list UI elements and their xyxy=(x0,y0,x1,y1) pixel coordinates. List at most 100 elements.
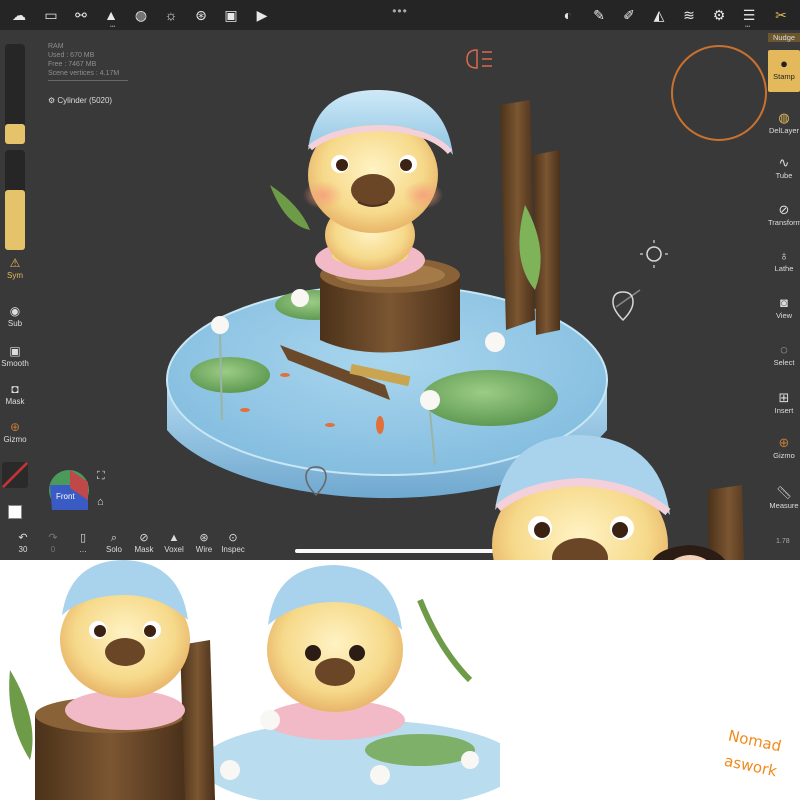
view-tool[interactable]: ◙ View xyxy=(768,295,800,320)
insert-tool[interactable]: ⊞ Insert xyxy=(768,390,800,415)
dellayer-icon: ◍ xyxy=(778,110,790,125)
wire-label: Wire xyxy=(195,545,213,554)
brush-icon[interactable]: ✎ xyxy=(590,6,608,24)
mask-icon: ◘ xyxy=(11,382,19,396)
object-label: Cylinder (5020) xyxy=(57,96,113,105)
undo-count: 30 xyxy=(18,545,28,554)
nudge-label[interactable]: Nudge xyxy=(768,33,800,42)
mask-visibility-button[interactable]: ⊘ Mask xyxy=(129,532,159,555)
frame-icon[interactable]: ⛶ xyxy=(97,470,105,483)
smooth-label: Smooth xyxy=(1,359,29,368)
selected-object[interactable]: ⚙ Cylinder (5020) xyxy=(48,96,112,105)
stamp-icon: ● xyxy=(780,56,788,71)
intensity-slider-fill xyxy=(5,190,25,250)
mask-tool[interactable]: ◘ Mask xyxy=(0,382,30,407)
ram-stats: RAM Used : 670 MB Free : 7467 MB Scene v… xyxy=(48,42,128,81)
stroke-preview-icon[interactable] xyxy=(2,462,28,488)
more-menu[interactable]: ••• xyxy=(380,4,420,18)
solo-label: Solo xyxy=(105,545,122,554)
scene-vertices: Scene vertices : 4.17M xyxy=(48,70,120,77)
layers-icon[interactable]: ≋ xyxy=(680,6,698,24)
insert-label: Insert xyxy=(774,406,794,415)
lathe-label: Lathe xyxy=(774,264,794,273)
camera-icon: ◙ xyxy=(780,295,788,310)
eye-off-icon: ⊘ xyxy=(139,532,149,544)
select-icon: ◌ xyxy=(780,342,788,357)
undo-icon: ↶ xyxy=(18,532,28,544)
inspect-icon: ⊙ xyxy=(228,532,238,544)
view-cube-label[interactable]: Front xyxy=(56,492,75,501)
history-dots: … xyxy=(79,545,87,554)
transform-tool[interactable]: ⊘ Transform xyxy=(768,202,800,227)
radius-slider[interactable] xyxy=(5,44,25,144)
select-tool[interactable]: ◌ Select xyxy=(768,342,800,367)
sub-label: Sub xyxy=(7,319,23,328)
transform-label: Transform xyxy=(768,218,800,227)
bottom-toolbar: ↶ 30 ↷ 0 ▯ … ⌕ Solo ⊘ Mask ▲ Voxel ⊛ Wir… xyxy=(0,530,245,560)
redo-button[interactable]: ↷ 0 xyxy=(38,532,68,555)
video-icon[interactable]: ▶ xyxy=(253,6,271,24)
voxel-button[interactable]: ▲ Voxel xyxy=(159,532,189,555)
stamp-tool[interactable]: ● Stamp xyxy=(768,50,800,92)
voxel-label: Voxel xyxy=(164,545,184,554)
globe-icon[interactable]: ◍ xyxy=(132,6,150,24)
logo-icon[interactable]: ☁ xyxy=(10,6,28,24)
smooth-tool[interactable]: ▣ Smooth xyxy=(0,344,30,369)
sliders-more-dots: ••• xyxy=(745,24,751,30)
image-icon[interactable]: ▣ xyxy=(222,6,240,24)
ram-used: Used : 670 MB xyxy=(48,52,95,59)
drop-icon: ◉ xyxy=(9,304,21,318)
dellayer-label: DelLayer xyxy=(768,126,799,135)
undo-button[interactable]: ↶ 30 xyxy=(8,532,38,555)
sym-toggle[interactable]: ⚠ Sym xyxy=(0,256,30,281)
smooth-icon: ▣ xyxy=(9,344,21,358)
intensity-slider[interactable] xyxy=(5,150,25,250)
brush-radius-ring xyxy=(671,45,767,141)
book-icon: ▯ xyxy=(79,532,87,544)
view-label: View xyxy=(775,311,793,320)
select-label: Select xyxy=(773,358,795,367)
gizmo-label: Gizmo xyxy=(3,435,27,444)
home-indicator xyxy=(295,549,495,553)
solo-button[interactable]: ⌕ Solo xyxy=(99,532,129,555)
history-button[interactable]: ▯ … xyxy=(68,532,98,555)
tools-icon[interactable]: ✂ xyxy=(772,6,790,24)
symmetry-icon[interactable]: ◭ xyxy=(650,6,668,24)
left-toolbar: ⚠ Sym ◉ Sub ▣ Smooth ◘ Mask ⊕ Gizmo xyxy=(0,30,30,530)
wire-icon: ⊛ xyxy=(199,532,209,544)
lathe-tool[interactable]: ♁ Lathe xyxy=(768,248,800,273)
wire-button[interactable]: ⊛ Wire xyxy=(189,532,219,555)
composite-bears xyxy=(9,560,520,800)
scene-icon[interactable]: ▲ xyxy=(102,6,120,24)
tube-tool[interactable]: ∿ Tube xyxy=(768,155,800,180)
sub-tool[interactable]: ◉ Sub xyxy=(0,304,30,329)
paint-icon[interactable]: ✐ xyxy=(620,6,638,24)
material-icon[interactable]: ◐ xyxy=(558,6,578,24)
redo-icon: ↷ xyxy=(48,532,58,544)
sun-icon[interactable]: ☼ xyxy=(162,6,180,24)
tube-label: Tube xyxy=(775,171,793,180)
film-icon[interactable]: ⊛ xyxy=(192,6,210,24)
folder-icon[interactable]: ▭ xyxy=(42,6,60,24)
settings-icon[interactable]: ⚙ xyxy=(710,6,728,24)
composite-render-strip xyxy=(0,560,800,800)
gizmo-tool[interactable]: ⊕ Gizmo xyxy=(0,420,30,445)
sym-label: Sym xyxy=(7,271,23,280)
sliders-icon[interactable]: ☰ xyxy=(740,6,758,24)
inspect-button[interactable]: ⊙ Inspec xyxy=(218,532,248,555)
top-toolbar: ☁ ▭ ⚯ ▲ ••• ◍ ☼ ⊛ ▣ ▶ ••• ◐ ✎ ✐ ◭ ≋ ⚙ ☰ … xyxy=(0,0,800,30)
stamp-label: Stamp xyxy=(773,72,795,81)
insert-icon: ⊞ xyxy=(778,390,790,405)
home-icon[interactable]: ⌂ xyxy=(97,496,104,508)
color-swatch[interactable] xyxy=(8,505,22,519)
mask-visibility-label: Mask xyxy=(134,545,154,554)
share-icon[interactable]: ⚯ xyxy=(72,6,90,24)
tube-icon: ∿ xyxy=(778,155,790,170)
radius-slider-fill xyxy=(5,124,25,144)
redo-count: 0 xyxy=(50,545,56,554)
warning-icon: ⚠ xyxy=(9,256,21,270)
voxel-icon: ▲ xyxy=(168,532,180,544)
ram-free: Free : 7467 MB xyxy=(48,61,97,68)
mask-label: Mask xyxy=(5,397,25,406)
dellayer-tool[interactable]: ◍ DelLayer xyxy=(768,110,800,135)
